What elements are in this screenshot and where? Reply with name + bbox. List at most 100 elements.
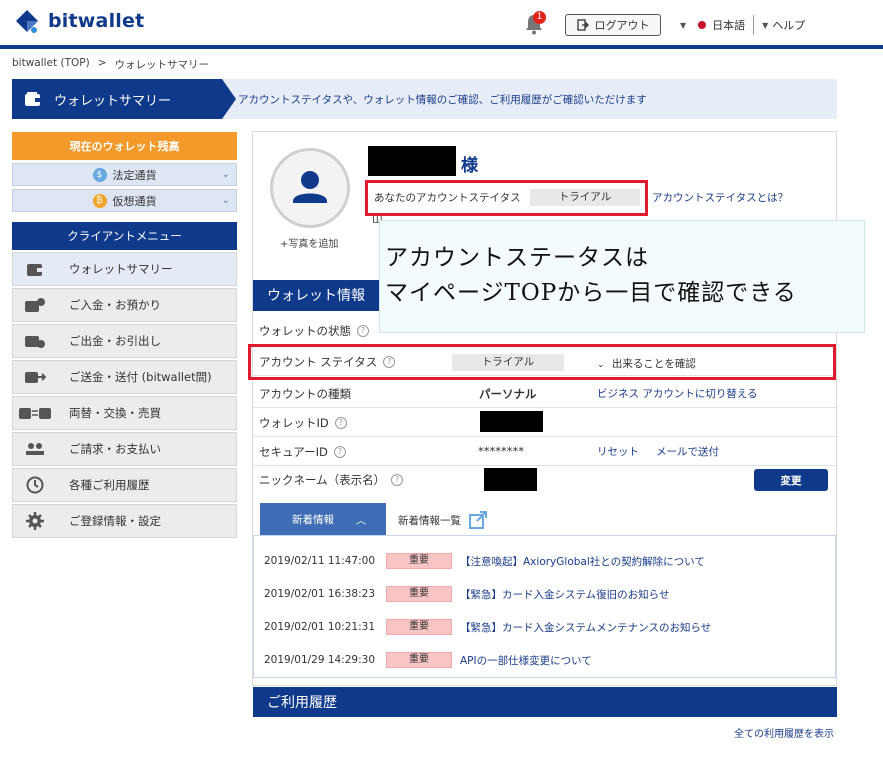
transfer-icon: [13, 369, 57, 385]
annotation-line-1: アカウントステータスは: [385, 245, 649, 271]
news-title: 【緊急】カード入金システム復旧のお知らせ: [460, 588, 670, 601]
nickname-label: ニックネーム（表示名）: [259, 473, 386, 487]
news-item[interactable]: 2019/02/01 10:21:31 重要 【緊急】カード入金システムメンテナ…: [264, 618, 711, 636]
news-item[interactable]: 2019/02/01 16:38:23 重要 【緊急】カード入金システム復旧のお…: [264, 585, 669, 603]
page-banner: ウォレットサマリー アカウントステイタスや、ウォレット情報のご確認、ご利用履歴が…: [12, 79, 837, 119]
chevron-down-icon: ⌄: [221, 195, 230, 206]
news-date: 2019/01/29 14:29:30: [264, 654, 376, 666]
logout-button[interactable]: ログアウト: [565, 14, 661, 36]
language-label: 日本語: [712, 19, 746, 32]
secure-id-mail-link[interactable]: メールで送付: [656, 444, 719, 459]
deposit-icon: [13, 297, 57, 313]
wallet-icon: [13, 261, 57, 277]
wallet-state-label: ウォレットの状態: [259, 324, 351, 338]
sidebar-item-label: ウォレットサマリー: [69, 262, 173, 276]
secure-id-reset-link[interactable]: リセット: [597, 444, 639, 459]
sidebar-item-label: ご登録情報・設定: [69, 514, 161, 528]
top-header: bitwallet 1 ログアウト ▼ 日本語 ▼ ヘルプ: [0, 0, 883, 46]
importance-badge: 重要: [386, 652, 452, 668]
logo-text: bitwallet: [48, 10, 145, 32]
add-photo-link[interactable]: +写真を追加: [280, 235, 338, 250]
nickname-row: ニックネーム（表示名）?: [253, 465, 836, 494]
sidebar-item-settings[interactable]: ご登録情報・設定: [12, 504, 237, 538]
news-title: 【緊急】カード入金システムメンテナンスのお知らせ: [460, 621, 712, 634]
external-link-icon: [469, 511, 487, 529]
crypto-balance-toggle[interactable]: ₿ 仮想通貨 ⌄: [12, 189, 237, 212]
bitcoin-coin-icon: ₿: [92, 193, 107, 208]
account-type-value: パーソナル: [479, 387, 537, 401]
settings-icon: [13, 512, 57, 530]
sidebar-item-label: ご送金・送付 (bitwallet間): [69, 370, 212, 384]
sidebar-item-label: ご請求・お支払い: [69, 442, 161, 456]
chevron-down-icon: ▼: [762, 20, 769, 30]
chevron-down-icon: ⌄: [221, 169, 230, 180]
help-icon[interactable]: ?: [357, 325, 369, 337]
balance-title: 現在のウォレット残高: [12, 132, 237, 160]
page-title: ウォレットサマリー: [12, 79, 222, 119]
news-item[interactable]: 2019/01/29 14:29:30 重要 APIの一部仕様変更について: [264, 651, 592, 669]
sidebar-item-history[interactable]: 各種ご利用履歴: [12, 468, 237, 502]
wallet-info-heading: ウォレット情報: [253, 280, 379, 310]
news-item[interactable]: 2019/02/11 11:47:00 重要 【注意喚起】AxioryGloba…: [264, 552, 705, 570]
breadcrumb-home[interactable]: bitwallet (TOP): [12, 57, 90, 72]
client-menu-title: クライアントメニュー: [12, 222, 237, 250]
news-tab-label: 新着情報: [292, 513, 334, 526]
wallet-id-row: ウォレットID?: [253, 408, 836, 437]
logout-label: ログアウト: [594, 19, 650, 32]
fiat-label: 法定通貨: [112, 168, 157, 182]
banner-arrow: [222, 79, 236, 119]
secure-id-row: セキュアーID? ******** リセット メールで送付: [253, 437, 836, 466]
history-icon: [13, 476, 57, 494]
sidebar-item-withdraw[interactable]: ご出金・お引出し: [12, 324, 237, 358]
account-type-label: アカウントの種類: [259, 387, 351, 401]
sidebar-item-deposit[interactable]: ご入金・お預かり: [12, 288, 237, 322]
redacted-username: [368, 146, 456, 176]
secure-id-label: セキュアーID: [259, 445, 328, 459]
news-date: 2019/02/11 11:47:00: [264, 555, 376, 567]
page-title-text: ウォレットサマリー: [54, 93, 172, 109]
secure-id-value: ********: [478, 444, 524, 458]
help-icon[interactable]: ?: [334, 417, 347, 429]
notification-badge: 1: [533, 11, 546, 24]
user-icon: [293, 171, 327, 203]
redacted-wallet-id: [480, 411, 543, 432]
sidebar-item-wallet-summary[interactable]: ウォレットサマリー: [12, 252, 237, 286]
news-date: 2019/02/01 16:38:23: [264, 588, 376, 600]
language-selector[interactable]: ▼ 日本語 ▼ ヘルプ: [680, 15, 805, 35]
sidebar-item-label: 各種ご利用履歴: [69, 478, 150, 492]
withdraw-icon: [13, 333, 57, 349]
header-divider-line: [0, 45, 883, 49]
sidebar-item-transfer[interactable]: ご送金・送付 (bitwallet間): [12, 360, 237, 394]
dollar-coin-icon: $: [92, 167, 107, 182]
help-icon[interactable]: ?: [391, 474, 404, 486]
header-divider: [753, 15, 755, 35]
avatar[interactable]: [270, 148, 350, 228]
bitwallet-logo-icon: [16, 10, 38, 33]
news-title: 【注意喚起】AxioryGlobal社との契約解除について: [460, 555, 705, 568]
switch-business-link[interactable]: ビジネス アカウントに切り替える: [597, 386, 758, 401]
annotation-line-2: マイページTOPから一目で確認できる: [385, 280, 797, 306]
sidebar-item-exchange[interactable]: 両替・交換・売買: [12, 396, 237, 430]
news-list-link[interactable]: 新着情報一覧: [398, 511, 487, 529]
help-icon[interactable]: ?: [333, 446, 346, 458]
wallet-id-label: ウォレットID: [259, 416, 329, 430]
account-status-help-link[interactable]: アカウントステイタスとは？: [652, 190, 788, 205]
sidebar-item-label: 両替・交換・売買: [69, 406, 161, 420]
status-row-highlight-box: [248, 344, 836, 380]
importance-badge: 重要: [386, 586, 452, 602]
chevron-down-icon: ▼: [680, 20, 687, 30]
sidebar-item-label: ご出金・お引出し: [69, 334, 161, 348]
wallet-icon: [25, 92, 41, 106]
logout-icon: [576, 19, 589, 31]
chevron-up-icon: ︿: [356, 515, 366, 527]
importance-badge: 重要: [386, 619, 452, 635]
change-nickname-button[interactable]: 変更: [754, 469, 828, 491]
help-menu[interactable]: ▼ ヘルプ: [762, 17, 805, 33]
fiat-balance-toggle[interactable]: $ 法定通貨 ⌄: [12, 163, 237, 186]
view-all-history-link[interactable]: 全ての利用履歴を表示: [734, 725, 834, 740]
news-date: 2019/02/01 10:21:31: [264, 621, 376, 633]
status-highlight-box: [365, 180, 648, 216]
sidebar-item-billing[interactable]: ご請求・お支払い: [12, 432, 237, 466]
tab-news[interactable]: 新着情報 ︿: [260, 503, 386, 535]
bitwallet-logo[interactable]: bitwallet: [12, 6, 144, 36]
